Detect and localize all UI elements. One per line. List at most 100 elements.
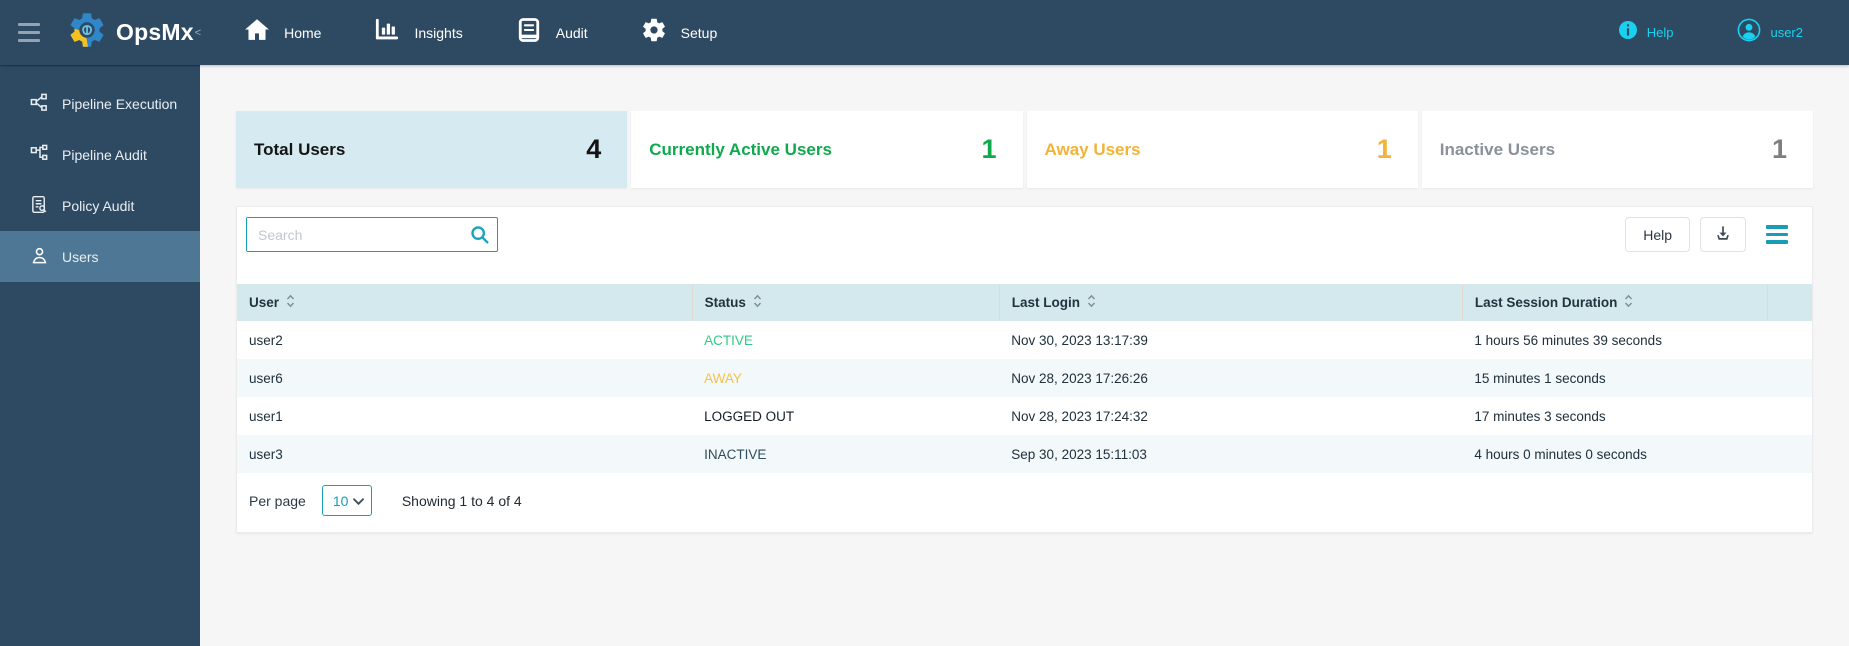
- card-label: Away Users: [1044, 139, 1141, 159]
- user-stat-cards: Total Users 4 Currently Active Users 1 A…: [236, 111, 1813, 188]
- card-label: Currently Active Users: [649, 139, 832, 159]
- cell-duration: 17 minutes 3 seconds: [1474, 408, 1606, 424]
- cell-last-login: Nov 28, 2023 17:26:26: [1011, 370, 1148, 386]
- user-menu[interactable]: user2: [1737, 18, 1803, 47]
- main-content: Total Users 4 Currently Active Users 1 A…: [200, 65, 1849, 646]
- card-value: 1: [981, 134, 997, 164]
- sidebar-item-policy-audit[interactable]: Policy Audit: [0, 180, 200, 231]
- column-header-last-login[interactable]: Last Login: [999, 284, 1463, 321]
- help-link[interactable]: Help: [1618, 20, 1674, 45]
- sidebar: Pipeline Execution Pipeline Audit Policy…: [0, 65, 200, 646]
- sort-icon: [1087, 294, 1096, 311]
- download-icon: [1713, 223, 1733, 246]
- nav-item-insights[interactable]: Insights: [373, 16, 463, 49]
- sidebar-item-label: Pipeline Execution: [62, 95, 178, 112]
- users-icon: [30, 246, 49, 268]
- users-panel: Help: [236, 206, 1813, 533]
- nav-item-label: Setup: [680, 24, 718, 41]
- nav-item-label: Audit: [555, 24, 588, 41]
- help-label: Help: [1646, 25, 1674, 40]
- topbar-right: Help user2: [1618, 18, 1849, 47]
- nav-item-home[interactable]: Home: [243, 16, 321, 49]
- nav-item-setup[interactable]: Setup: [640, 16, 718, 49]
- audit-book-icon: [515, 16, 543, 49]
- search-box: [246, 217, 498, 252]
- table-options-menu-icon[interactable]: [1766, 225, 1790, 244]
- per-page-select[interactable]: 10: [321, 485, 372, 516]
- nav-item-label: Home: [284, 24, 322, 41]
- column-header-empty: [1767, 284, 1812, 321]
- column-label: Status: [704, 295, 746, 310]
- column-label: Last Login: [1011, 295, 1081, 310]
- table-row: user6 AWAY Nov 28, 2023 17:26:26 15 minu…: [237, 359, 1812, 397]
- sidebar-item-pipeline-execution[interactable]: Pipeline Execution: [0, 78, 200, 129]
- cell-status: ACTIVE: [704, 332, 753, 348]
- table-row: user1 LOGGED OUT Nov 28, 2023 17:24:32 1…: [237, 397, 1812, 435]
- card-inactive-users[interactable]: Inactive Users 1: [1421, 111, 1813, 188]
- insights-bar-chart-icon: [373, 16, 401, 49]
- help-button[interactable]: Help: [1625, 217, 1690, 252]
- cell-status: LOGGED OUT: [704, 408, 795, 424]
- pagination-summary: Showing 1 to 4 of 4: [401, 492, 522, 509]
- brand-mark: <: [194, 26, 202, 39]
- table-row: user2 ACTIVE Nov 30, 2023 13:17:39 1 hou…: [237, 321, 1812, 359]
- nav-item-label: Insights: [414, 24, 463, 41]
- user-avatar-icon: [1737, 18, 1761, 47]
- topbar: OpsMx < Home Insights Audit Setup Help u…: [0, 0, 1849, 65]
- sidebar-item-label: Policy Audit: [62, 197, 135, 214]
- search-icon[interactable]: [463, 224, 497, 246]
- sidebar-item-label: Users: [62, 248, 99, 265]
- cell-user: user6: [249, 370, 283, 386]
- per-page-value: 10: [332, 492, 349, 509]
- column-header-user[interactable]: User: [237, 284, 693, 321]
- sort-icon: [753, 294, 762, 311]
- cell-status: INACTIVE: [704, 446, 767, 462]
- cell-duration: 4 hours 0 minutes 0 seconds: [1474, 446, 1647, 462]
- card-value: 1: [1771, 134, 1787, 164]
- policy-audit-icon: [30, 195, 49, 217]
- table-footer: Per page 10 Showing 1 to 4 of 4: [237, 473, 1812, 532]
- card-away-users[interactable]: Away Users 1: [1026, 111, 1418, 188]
- username-label: user2: [1770, 25, 1803, 40]
- main-nav: Home Insights Audit Setup: [243, 16, 717, 49]
- cell-user: user3: [249, 446, 283, 462]
- card-total-users[interactable]: Total Users 4: [236, 111, 628, 188]
- card-label: Total Users: [254, 139, 346, 159]
- card-value: 1: [1376, 134, 1392, 164]
- column-header-status[interactable]: Status: [692, 284, 1000, 321]
- sidebar-toggle-button[interactable]: [18, 23, 44, 42]
- sort-icon: [1624, 294, 1633, 311]
- sidebar-item-label: Pipeline Audit: [62, 146, 147, 163]
- cell-user: user1: [249, 408, 283, 424]
- nav-item-audit[interactable]: Audit: [515, 16, 588, 49]
- table-header-row: User Status Last Login Last Session Dura…: [237, 284, 1812, 321]
- toolbar-right: Help: [1625, 217, 1802, 252]
- sidebar-item-pipeline-audit[interactable]: Pipeline Audit: [0, 129, 200, 180]
- column-label: User: [249, 295, 280, 310]
- cell-duration: 15 minutes 1 seconds: [1474, 370, 1606, 386]
- cell-last-login: Nov 30, 2023 13:17:39: [1011, 332, 1148, 348]
- card-currently-active-users[interactable]: Currently Active Users 1: [631, 111, 1023, 188]
- cell-duration: 1 hours 56 minutes 39 seconds: [1474, 332, 1662, 348]
- cell-user: user2: [249, 332, 283, 348]
- table-toolbar: Help: [237, 217, 1812, 252]
- cell-last-login: Nov 28, 2023 17:24:32: [1011, 408, 1148, 424]
- table-row: user3 INACTIVE Sep 30, 2023 15:11:03 4 h…: [237, 435, 1812, 473]
- users-table: User Status Last Login Last Session Dura…: [237, 284, 1812, 473]
- card-value: 4: [586, 134, 602, 164]
- chevron-down-icon: [352, 492, 364, 510]
- opsmx-gear-logo-icon: [66, 9, 108, 56]
- pipeline-audit-icon: [30, 144, 49, 166]
- search-input[interactable]: [247, 218, 463, 251]
- brand-logo[interactable]: OpsMx <: [66, 9, 201, 56]
- card-label: Inactive Users: [1439, 139, 1556, 159]
- home-icon: [243, 16, 271, 49]
- sidebar-item-users[interactable]: Users: [0, 231, 200, 282]
- sort-icon: [286, 294, 295, 311]
- column-label: Last Session Duration: [1474, 295, 1618, 310]
- download-button[interactable]: [1700, 217, 1746, 252]
- info-icon: [1618, 20, 1638, 45]
- per-page-label: Per page: [249, 492, 306, 509]
- cell-status: AWAY: [704, 370, 742, 386]
- column-header-last-session-duration[interactable]: Last Session Duration: [1462, 284, 1769, 321]
